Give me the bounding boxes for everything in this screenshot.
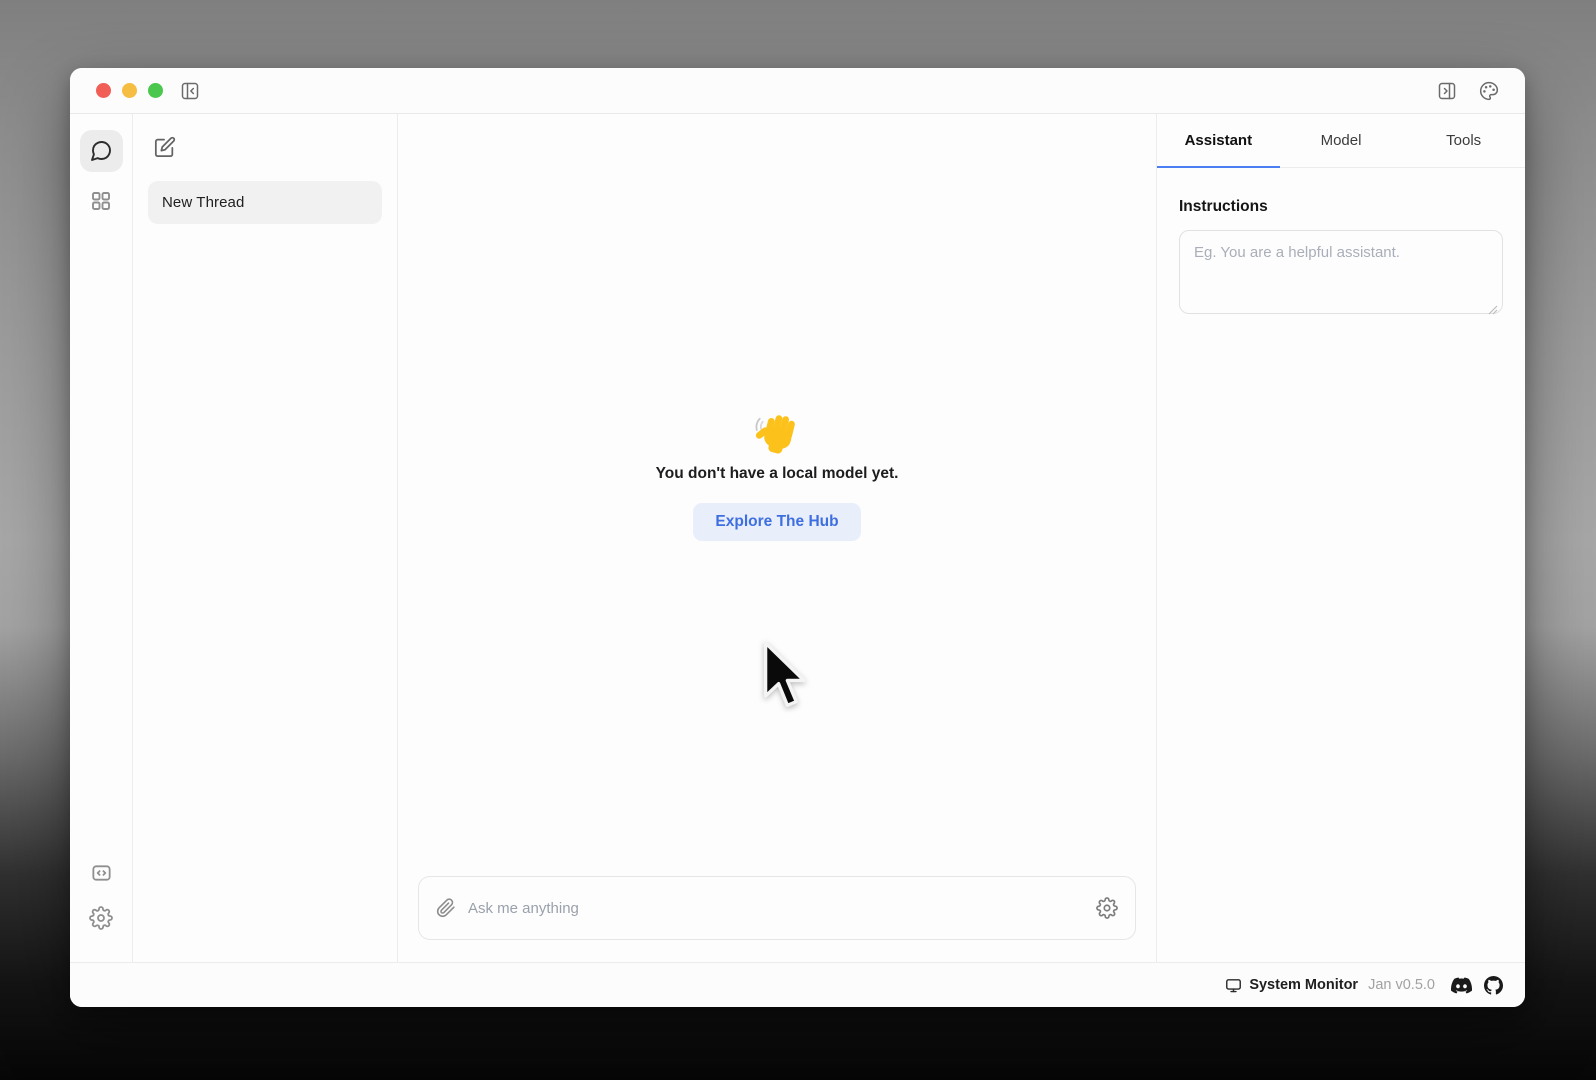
textarea-resize-handle[interactable] <box>1488 302 1498 312</box>
thread-title: New Thread <box>162 194 244 211</box>
empty-state-message: You don't have a local model yet. <box>656 465 899 483</box>
sidebar-item-chat[interactable] <box>80 130 123 172</box>
panel-left-collapse-icon[interactable] <box>180 81 200 101</box>
theme-palette-icon[interactable] <box>1479 81 1499 101</box>
empty-state: You don't have a local model yet. Explor… <box>398 114 1156 876</box>
chat-input-bar[interactable] <box>418 876 1136 940</box>
gear-icon <box>89 906 113 930</box>
instructions-heading: Instructions <box>1179 198 1503 216</box>
thread-list-panel: New Thread <box>133 114 398 962</box>
tab-model[interactable]: Model <box>1280 114 1403 167</box>
system-monitor-label: System Monitor <box>1249 977 1358 993</box>
new-thread-compose-icon[interactable] <box>154 136 176 158</box>
panel-tabs: Assistant Model Tools <box>1157 114 1525 168</box>
instructions-textarea[interactable] <box>1179 230 1503 314</box>
window-body: New Thread <box>70 114 1525 962</box>
sidebar-item-hub[interactable] <box>80 180 123 222</box>
code-square-icon <box>90 861 113 884</box>
tab-assistant[interactable]: Assistant <box>1157 114 1280 167</box>
monitor-icon <box>1225 977 1242 994</box>
panel-right-toggle-icon[interactable] <box>1437 81 1457 101</box>
status-bar: System Monitor Jan v0.5.0 <box>70 962 1525 1007</box>
zoom-window-button[interactable] <box>148 83 163 98</box>
thread-list-item[interactable]: New Thread <box>148 181 382 224</box>
title-bar <box>70 68 1525 114</box>
system-monitor-button[interactable]: System Monitor <box>1225 977 1358 994</box>
discord-icon[interactable] <box>1451 977 1472 994</box>
grid-icon <box>89 189 113 213</box>
main-chat-area: You don't have a local model yet. Explor… <box>398 114 1156 962</box>
sidebar-item-local-api-server[interactable] <box>80 854 123 890</box>
app-window: New Thread <box>70 68 1525 1007</box>
app-version-label: Jan v0.5.0 <box>1368 977 1435 993</box>
chat-message-input[interactable] <box>468 900 1096 917</box>
chat-settings-gear-icon[interactable] <box>1096 897 1118 919</box>
github-icon[interactable] <box>1484 976 1503 995</box>
sidebar-item-settings[interactable] <box>80 898 123 938</box>
tab-tools[interactable]: Tools <box>1402 114 1525 167</box>
waving-hand-emoji-icon <box>753 409 801 457</box>
close-window-button[interactable] <box>96 83 111 98</box>
chat-bubble-icon <box>89 139 113 163</box>
sidebar-rail <box>70 114 133 962</box>
assistant-settings-panel: Assistant Model Tools Instructions <box>1156 114 1525 962</box>
attachment-paperclip-icon[interactable] <box>436 898 456 918</box>
traffic-lights <box>96 83 163 98</box>
minimize-window-button[interactable] <box>122 83 137 98</box>
explore-hub-button[interactable]: Explore The Hub <box>693 503 860 541</box>
